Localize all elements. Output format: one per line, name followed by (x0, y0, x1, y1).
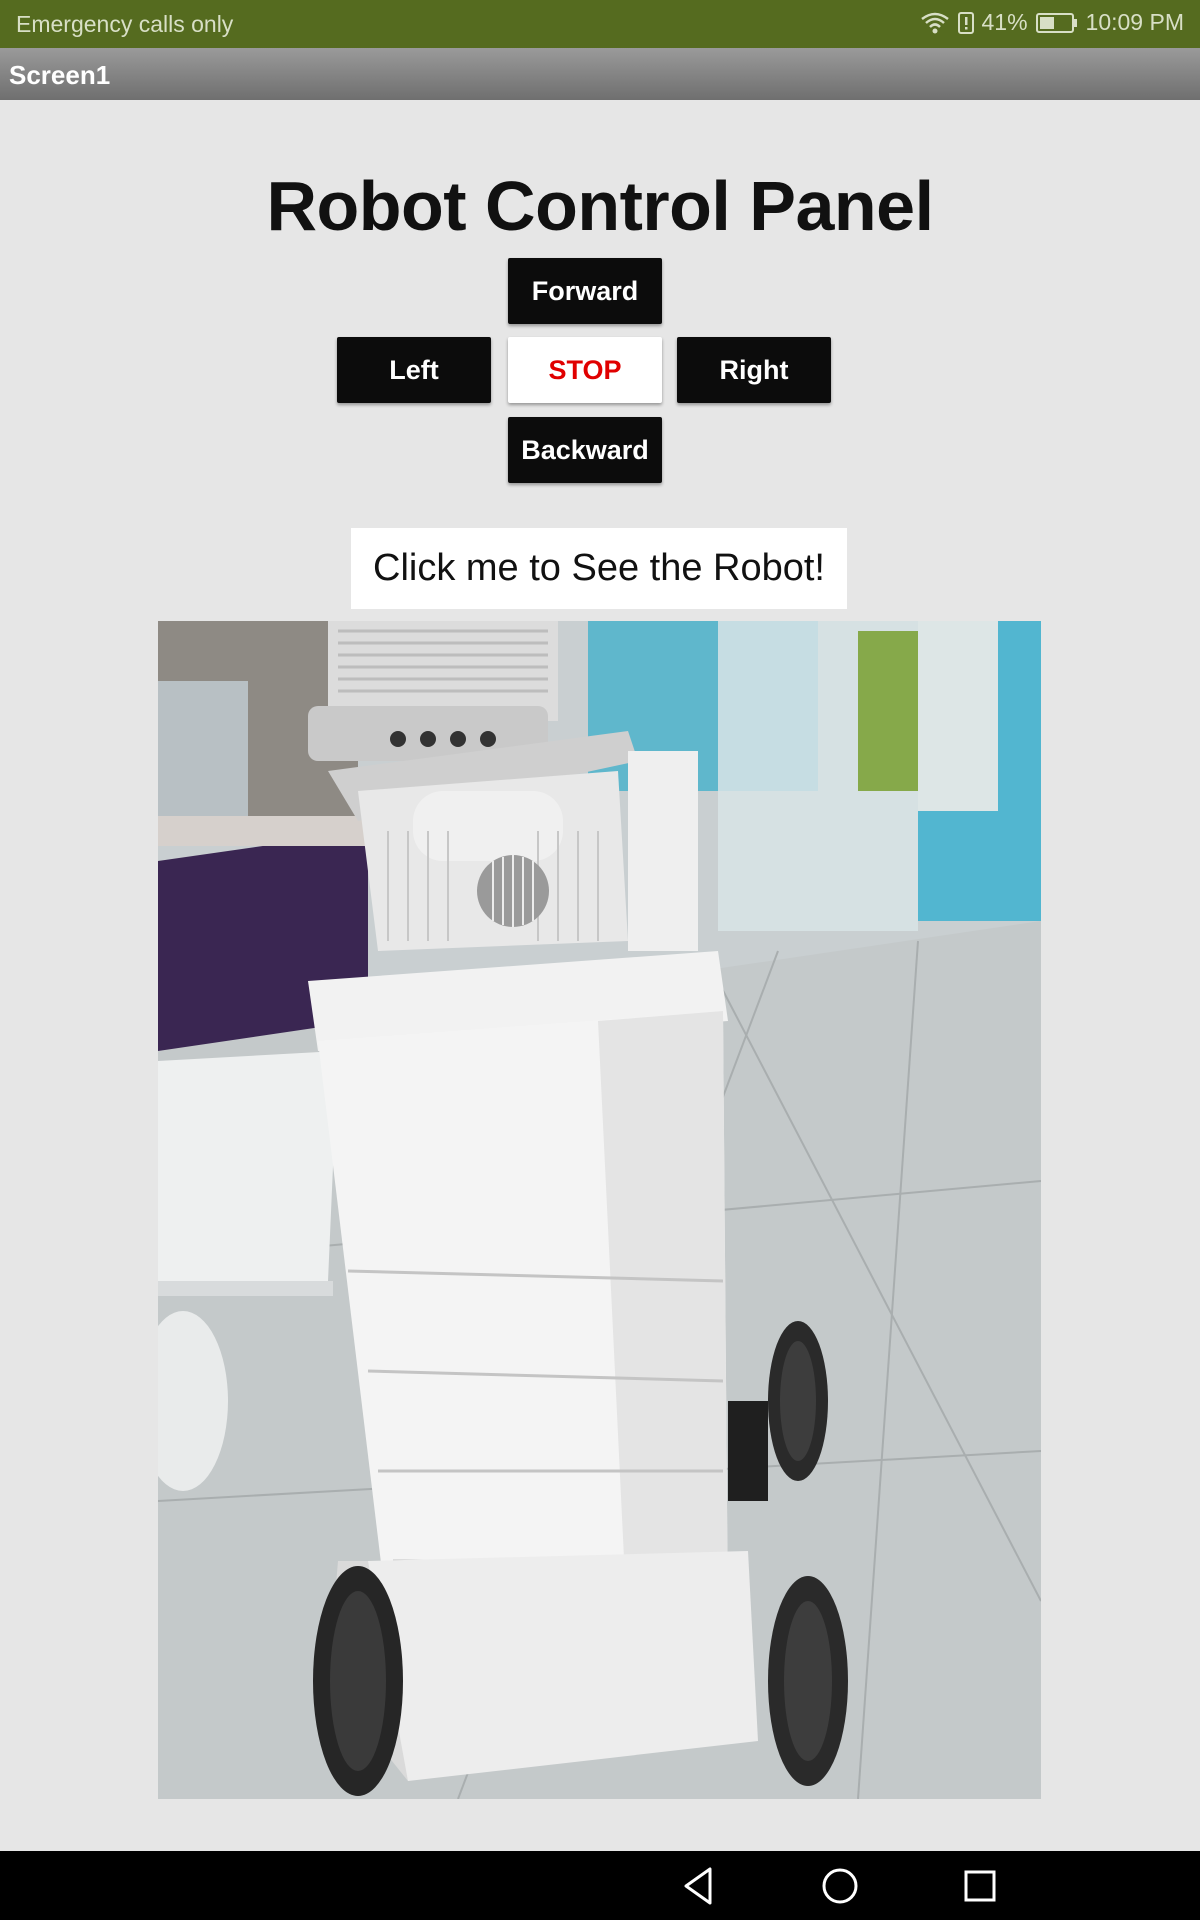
page-title: Robot Control Panel (266, 167, 934, 245)
home-icon[interactable] (817, 1863, 863, 1909)
clock: 10:09 PM (1085, 9, 1184, 35)
robot-photo (158, 621, 1041, 1799)
battery-percent: 41% (981, 9, 1028, 35)
backward-button[interactable]: Backward (508, 417, 662, 483)
wifi-icon (920, 12, 949, 33)
carrier-text: Emergency calls only (16, 11, 234, 37)
forward-button[interactable]: Forward (508, 258, 662, 324)
right-button[interactable]: Right (677, 337, 831, 403)
status-bar: Emergency calls only 41% 10:09 PM (0, 0, 1200, 48)
stop-button[interactable]: STOP (508, 337, 662, 403)
screen-title: Screen1 (9, 60, 111, 90)
app-title-bar: Screen1 (0, 48, 1200, 100)
back-icon[interactable] (678, 1863, 724, 1909)
left-button[interactable]: Left (337, 337, 491, 403)
status-icons: 41% 10:09 PM (920, 9, 1184, 36)
battery-icon (1035, 12, 1077, 33)
navigation-bar (0, 1851, 1200, 1920)
sim-alert-icon (957, 11, 974, 34)
recents-icon[interactable] (957, 1863, 1003, 1909)
see-robot-button[interactable]: Click me to See the Robot! (351, 528, 847, 609)
